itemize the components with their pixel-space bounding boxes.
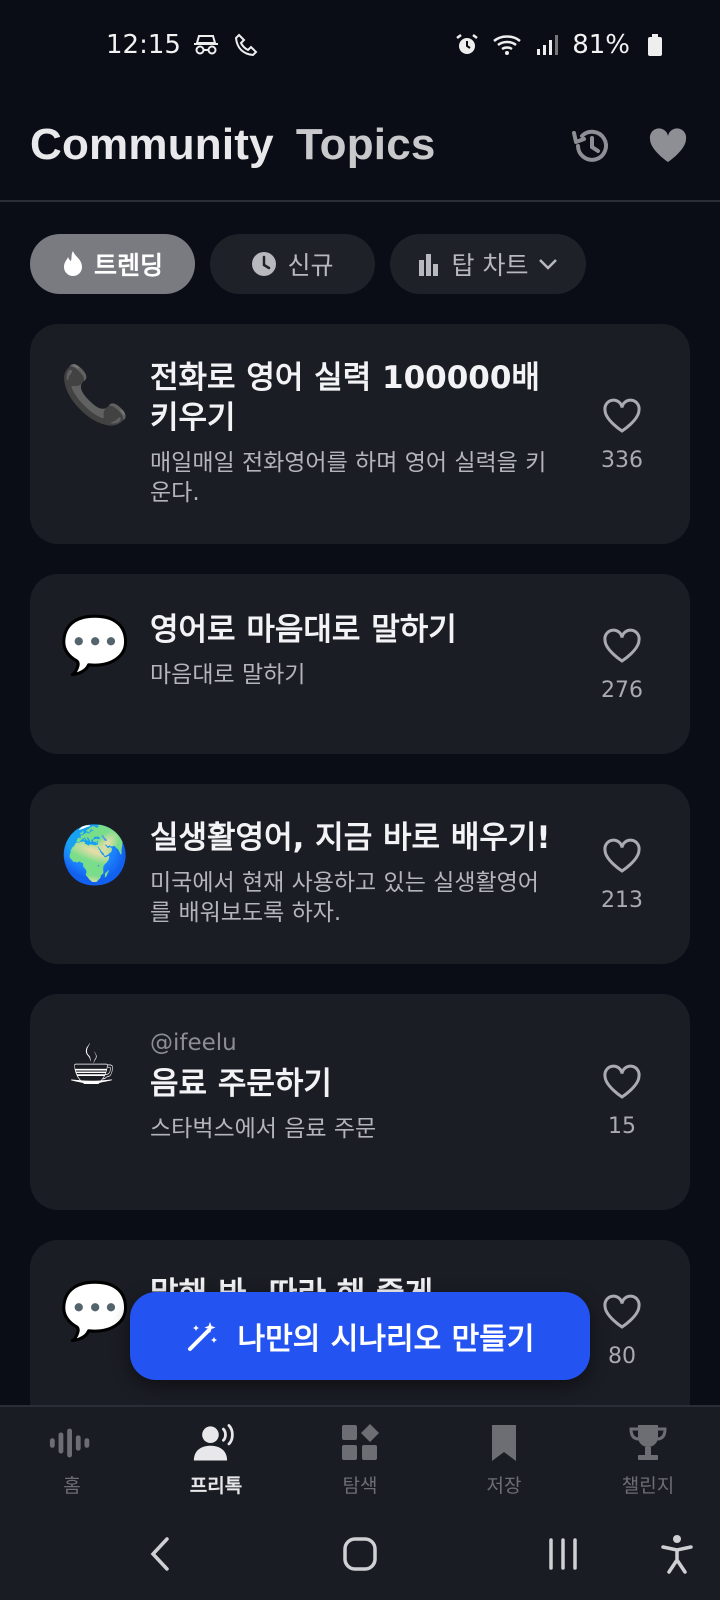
like-button[interactable]: 276 xyxy=(592,628,652,703)
topic-title: 전화로 영어 실력 100000배 키우기 xyxy=(150,360,540,436)
like-count: 15 xyxy=(608,1114,636,1139)
nav-saved[interactable]: 저장 xyxy=(432,1407,576,1511)
author-handle[interactable]: @ifeelu xyxy=(150,1030,560,1056)
topic-description: 매일매일 전화영어를 하며 영어 실력을 키운다. xyxy=(150,450,547,506)
telephone-icon: 📞 xyxy=(60,363,130,428)
speech-bubble-icon: 💬 xyxy=(60,613,130,678)
call-icon xyxy=(231,30,261,60)
like-button[interactable]: 15 xyxy=(592,1064,652,1139)
nav-explore[interactable]: 탐색 xyxy=(288,1407,432,1511)
like-count: 336 xyxy=(601,448,643,473)
like-button[interactable]: 213 xyxy=(592,838,652,913)
back-icon xyxy=(150,1537,169,1571)
topic-title: 실생활영어, 지금 바로 배우기! xyxy=(150,820,551,856)
battery-icon xyxy=(640,30,670,60)
grid-icon xyxy=(336,1421,384,1465)
topic-card[interactable]: 📞 전화로 영어 실력 100000배 키우기 매일매일 전화영어를 하며 영어… xyxy=(30,324,690,544)
chip-trending-label: 트렌딩 xyxy=(93,251,163,280)
wifi-icon xyxy=(492,30,522,60)
recents-icon xyxy=(549,1538,577,1570)
chip-trending[interactable]: 트렌딩 xyxy=(30,234,195,294)
system-navigation-bar xyxy=(0,1511,720,1600)
topic-description: 미국에서 현재 사용하고 있는 실생활영어를 배워보도록 하자. xyxy=(150,870,539,926)
chip-new[interactable]: 신규 xyxy=(210,234,375,294)
home-icon xyxy=(343,1537,377,1571)
globe-icon: 🌍 xyxy=(60,823,130,888)
nav-home-label: 홈 xyxy=(63,1474,81,1497)
clock-icon xyxy=(252,252,277,276)
heart-filled-icon xyxy=(649,128,687,162)
nav-challenge[interactable]: 챌린지 xyxy=(576,1407,720,1511)
alarm-icon xyxy=(452,30,482,60)
speaking-person-icon xyxy=(192,1421,240,1465)
like-count: 80 xyxy=(608,1344,636,1369)
back-button[interactable] xyxy=(135,1529,185,1579)
accessibility-icon xyxy=(661,1535,693,1574)
status-bar: 12:15 81% xyxy=(0,0,720,90)
history-button[interactable] xyxy=(568,122,616,170)
topic-title: 음료 주문하기 xyxy=(150,1066,332,1102)
chevron-down-icon xyxy=(539,259,558,270)
magic-wand-icon xyxy=(187,1322,217,1351)
title-topics: Topics xyxy=(295,120,436,169)
status-time: 12:15 xyxy=(106,30,181,60)
like-count: 276 xyxy=(601,678,643,703)
like-button[interactable]: 80 xyxy=(592,1294,652,1369)
page-title: Community Topics xyxy=(30,120,436,170)
nav-challenge-label: 챌린지 xyxy=(621,1474,675,1497)
waveform-icon xyxy=(48,1421,96,1465)
incognito-icon xyxy=(191,30,221,60)
heart-outline-icon xyxy=(603,1064,641,1099)
heart-outline-icon xyxy=(603,398,641,433)
title-community: Community xyxy=(30,120,274,169)
speech-bubble-icon: 💬 xyxy=(60,1279,130,1344)
chip-new-label: 신규 xyxy=(287,251,334,280)
topic-description: 마음대로 말하기 xyxy=(150,662,306,688)
bottom-nav: 홈 프리톡 탐색 저장 챌린지 xyxy=(0,1405,720,1511)
create-scenario-button[interactable]: 나만의 시나리오 만들기 xyxy=(130,1292,590,1380)
app-header: Community Topics xyxy=(0,100,720,202)
history-icon xyxy=(572,129,608,162)
home-button[interactable] xyxy=(335,1529,385,1579)
trophy-icon xyxy=(624,1421,672,1465)
nav-freetalk-label: 프리톡 xyxy=(189,1474,243,1497)
chip-top-chart[interactable]: 탑 차트 xyxy=(390,234,586,294)
signal-icon xyxy=(532,30,562,60)
topic-title: 영어로 마음대로 말하기 xyxy=(150,612,457,648)
topic-card[interactable]: ☕ @ifeelu 음료 주문하기 스타벅스에서 음료 주문 15 xyxy=(30,994,690,1210)
topic-card[interactable]: 🌍 실생활영어, 지금 바로 배우기! 미국에서 현재 사용하고 있는 실생활영… xyxy=(30,784,690,964)
filter-chips: 트렌딩 신규 탑 차트 xyxy=(30,234,690,294)
flame-icon xyxy=(63,251,82,276)
chip-top-chart-label: 탑 차트 xyxy=(451,251,529,280)
nav-explore-label: 탐색 xyxy=(342,1474,378,1497)
heart-outline-icon xyxy=(603,628,641,663)
create-scenario-label: 나만의 시나리오 만들기 xyxy=(237,1322,535,1357)
recents-button[interactable] xyxy=(538,1529,588,1579)
favorites-button[interactable] xyxy=(644,122,692,170)
nav-home[interactable]: 홈 xyxy=(0,1407,144,1511)
like-button[interactable]: 336 xyxy=(592,398,652,473)
like-count: 213 xyxy=(601,888,643,913)
nav-freetalk[interactable]: 프리톡 xyxy=(144,1407,288,1511)
heart-outline-icon xyxy=(603,838,641,873)
nav-saved-label: 저장 xyxy=(486,1474,522,1497)
bar-chart-icon xyxy=(418,254,438,276)
battery-percent: 81% xyxy=(572,30,630,60)
bookmark-icon xyxy=(480,1421,528,1465)
topic-card[interactable]: 💬 영어로 마음대로 말하기 마음대로 말하기 276 xyxy=(30,574,690,754)
coffee-icon: ☕ xyxy=(66,1033,118,1098)
heart-outline-icon xyxy=(603,1294,641,1329)
accessibility-button[interactable] xyxy=(652,1529,702,1579)
topic-description: 스타벅스에서 음료 주문 xyxy=(150,1116,377,1142)
